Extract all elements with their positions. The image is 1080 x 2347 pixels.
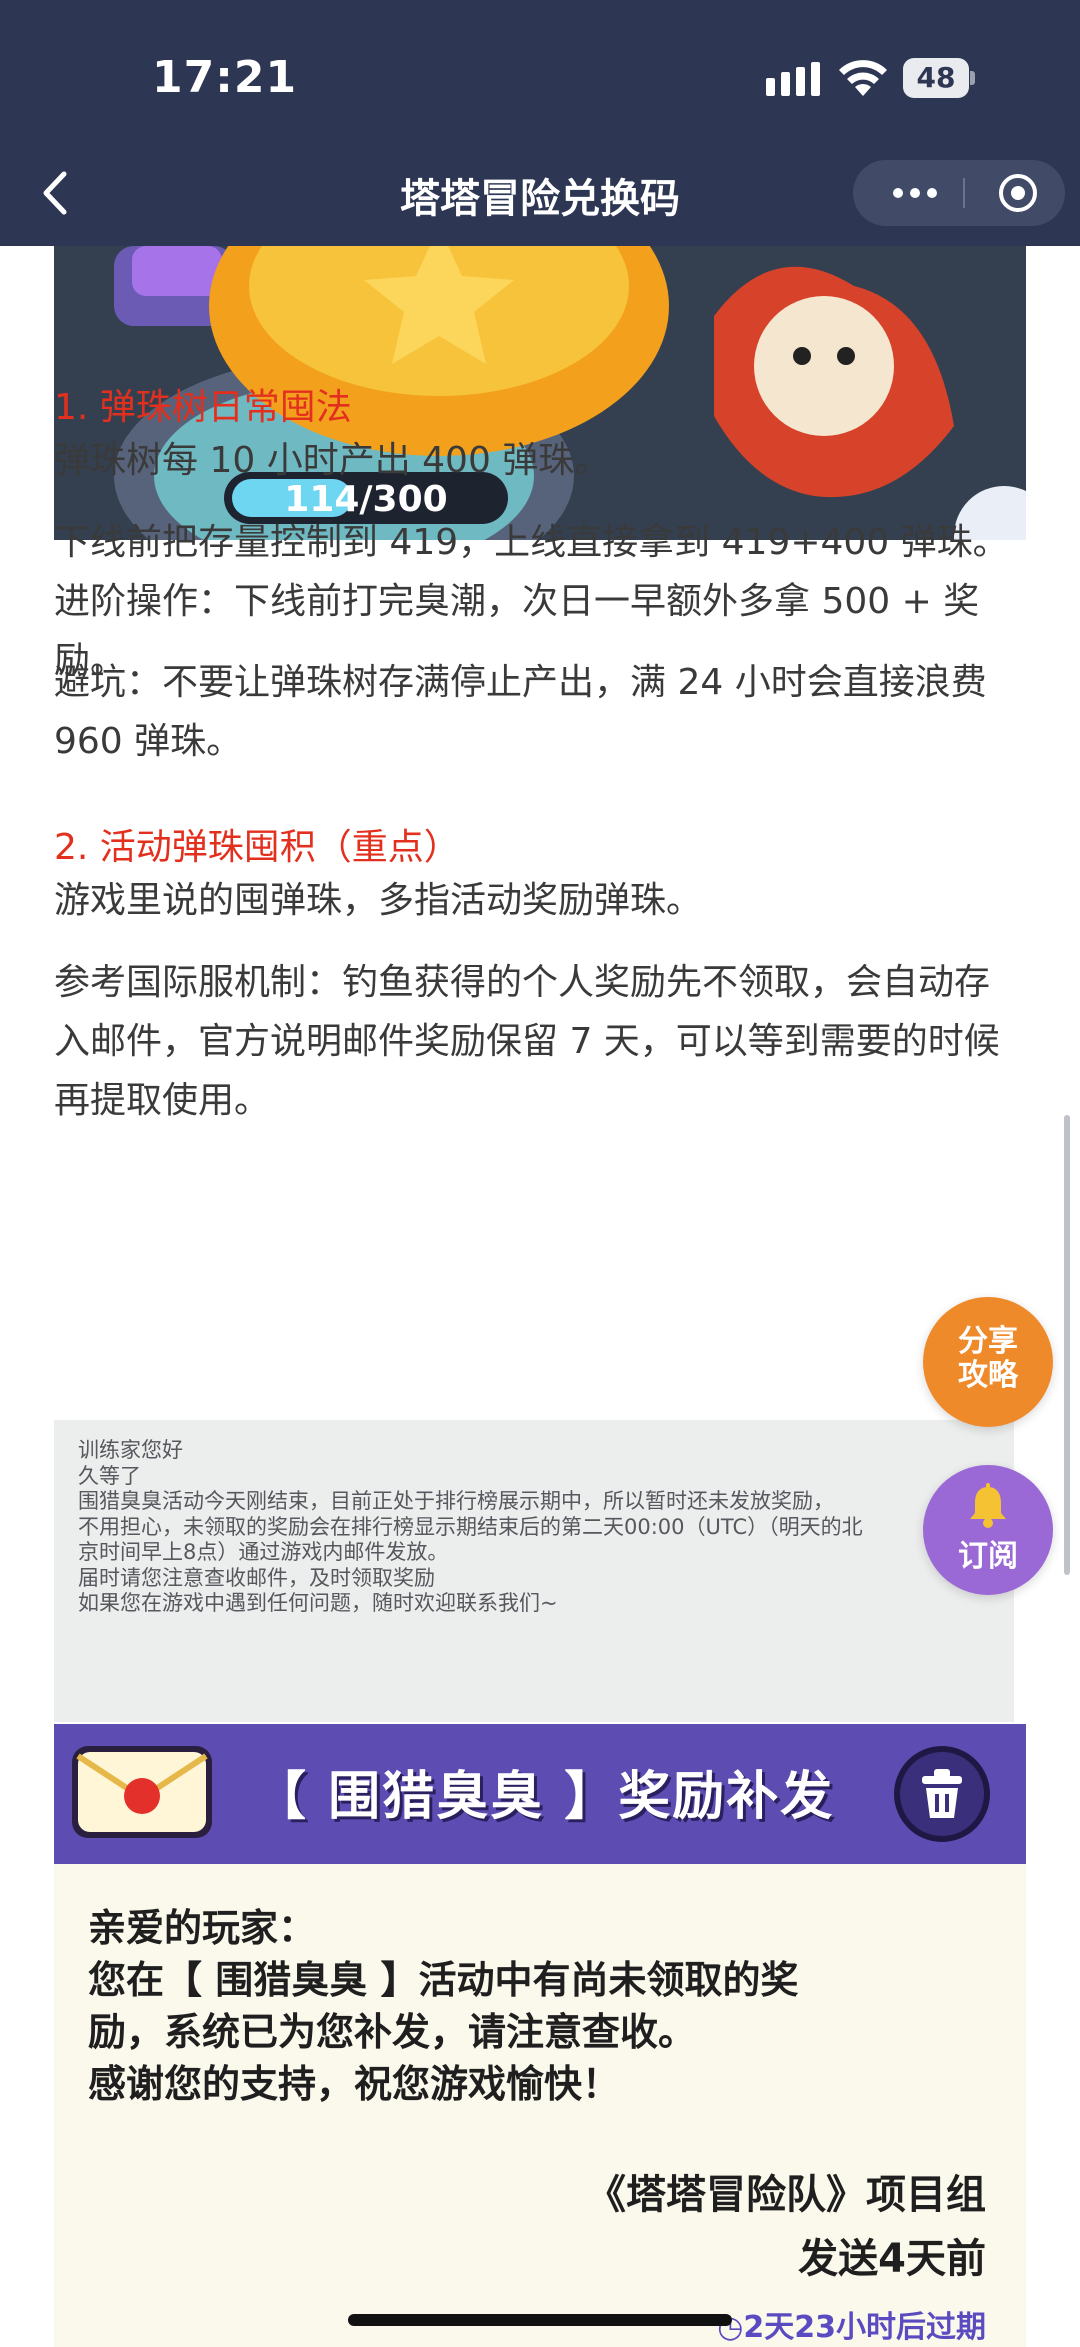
section-2-para-2: 参考国际服机制：钓鱼获得的个人奖励先不领取，会自动存入邮件，官方说明邮件奖励保留…: [54, 962, 1000, 1121]
share-label-2: 攻略: [958, 1358, 1018, 1393]
notice-line: 届时请您注意查收邮件，及时领取奖励: [78, 1565, 435, 1590]
section-2-heading: 2. 活动弹珠囤积（重点）: [54, 827, 460, 868]
capsule-divider: [963, 178, 965, 208]
mail-line: 您在【 围猎臭臭 】活动中有尚未领取的奖: [88, 1958, 799, 2002]
battery-level: 48: [903, 58, 969, 98]
mail-title: 【 围猎臭臭 】奖励补发: [254, 1767, 835, 1827]
mail-expire: ◷2天23小时后过期: [717, 2302, 986, 2346]
wifi-icon: [839, 60, 887, 96]
notice-line: 训练家您好: [78, 1438, 183, 1462]
mini-program-capsule: [853, 160, 1065, 226]
top-bar: 17:21 48 塔塔冒险兑换码: [0, 0, 1080, 246]
envelope-icon: [72, 1746, 212, 1838]
section-2-para-1: 游戏里说的囤弹珠，多指活动奖励弹珠。: [54, 880, 703, 921]
notice-line: 京时间早上8点）通过游戏内邮件发放。: [78, 1540, 449, 1564]
notice-screenshot-image: 训练家您好 久等了 围猎臭臭活动今天刚结束，目前正处于排行榜展示期中，所以暂时还…: [54, 1420, 1014, 1722]
subscribe-label: 订阅: [958, 1539, 1018, 1574]
scrollbar[interactable]: [1064, 1115, 1070, 1575]
share-guide-button[interactable]: 分享 攻略: [923, 1297, 1053, 1427]
bell-icon: [970, 1483, 1006, 1528]
mail-header: 【 围猎臭臭 】奖励补发: [54, 1724, 1026, 1864]
mail-signature: 《塔塔冒险队》项目组: [586, 2172, 986, 2218]
mail-line: 亲爱的玩家：: [88, 1906, 317, 1950]
share-label-1: 分享: [958, 1324, 1018, 1359]
mail-line: 励，系统已为您补发，请注意查收。: [88, 2010, 697, 2054]
notice-line: 久等了: [78, 1463, 141, 1488]
section-1-heading: 1. 弹珠树日常囤法: [54, 387, 352, 428]
notice-line: 围猎臭臭活动今天刚结束，目前正处于排行榜展示期中，所以暂时还未发放奖励，: [78, 1489, 834, 1513]
trash-icon: [894, 1746, 990, 1842]
more-dots-icon[interactable]: [875, 160, 955, 226]
battery-nub: [970, 71, 975, 85]
notice-line: 如果您在游戏中遇到任何问题，随时欢迎联系我们~: [78, 1591, 558, 1615]
mail-screenshot-image: 【 围猎臭臭 】奖励补发 亲爱的玩家： 您在【 围猎臭臭 】活动中有尚未领取的奖…: [54, 1724, 1026, 2347]
section-1-para-3: 避坑：不要让弹珠树存满停止产出，满 24 小时会直接浪费 960 弹珠。: [54, 662, 987, 762]
subscribe-button[interactable]: 订阅: [923, 1465, 1053, 1595]
notice-line: 不用担心，未领取的奖励会在排行榜显示期结束后的第二天00:00（UTC）（明天的…: [78, 1514, 863, 1539]
mail-sent-time: 发送4天前: [798, 2236, 986, 2282]
cellular-signal-icon: [766, 62, 820, 96]
target-close-icon[interactable]: [985, 160, 1051, 226]
mail-expire-text: 2天23小时后过期: [743, 2310, 986, 2345]
home-indicator: [348, 2314, 732, 2326]
section-1-para-1: 弹珠树每 10 小时产出 400 弹珠。: [54, 440, 611, 481]
mail-body: 亲爱的玩家： 您在【 围猎臭臭 】活动中有尚未领取的奖 励，系统已为您补发，请注…: [88, 1902, 1008, 2110]
battery-indicator: 48: [903, 58, 975, 98]
status-time: 17:21: [152, 52, 298, 103]
mail-line: 感谢您的支持，祝您游戏愉快！: [88, 2062, 621, 2106]
